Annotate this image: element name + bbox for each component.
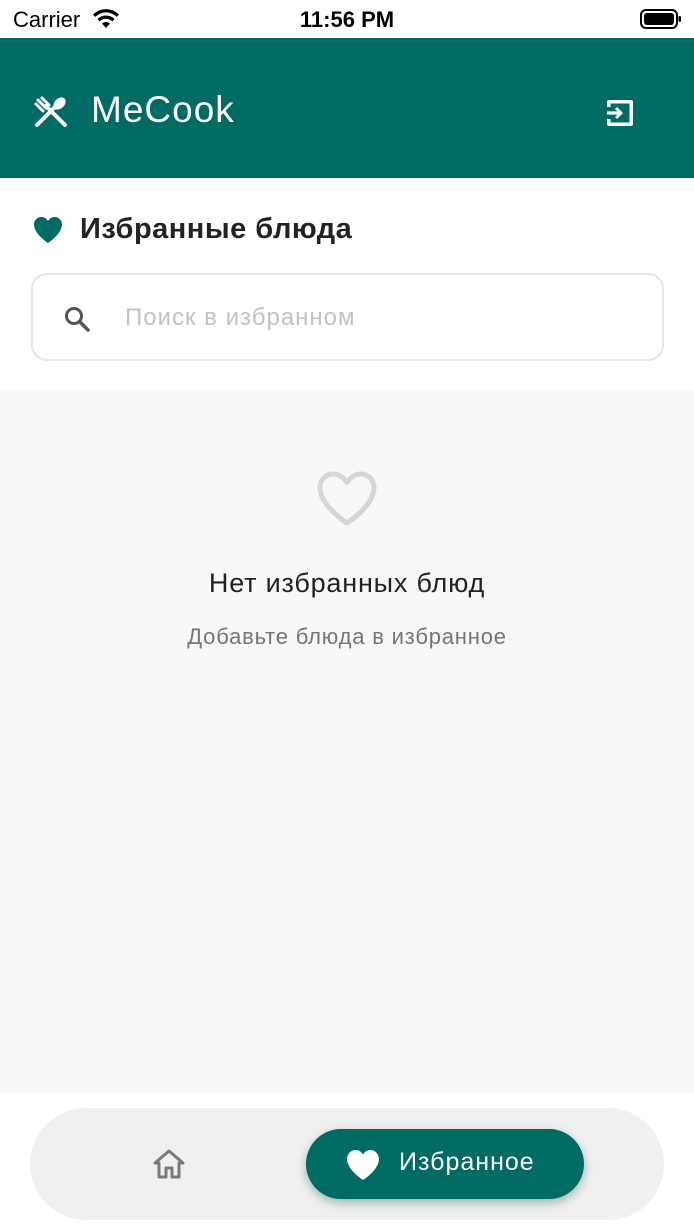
page-title: Избранные блюда: [80, 213, 353, 245]
heart-icon: [347, 1150, 379, 1180]
heart-icon: [34, 217, 62, 243]
heart-outline-icon: [317, 471, 377, 526]
app-bar: MeCook: [0, 38, 694, 178]
status-time: 11:56 PM: [299, 7, 395, 32]
search-box[interactable]: [31, 273, 664, 361]
favorites-content: Нет избранных блюд Добавьте блюда в избр…: [0, 390, 694, 1093]
empty-state-subtitle: Добавьте блюда в избранное: [187, 624, 507, 649]
nav-home-button[interactable]: [140, 1144, 196, 1184]
search-icon: [65, 307, 90, 332]
bottom-navigation: Избранное: [0, 1093, 694, 1232]
home-icon: [153, 1149, 185, 1179]
status-bar: Carrier 11:56 PM: [0, 0, 694, 38]
logout-icon[interactable]: [603, 96, 637, 130]
nav-bar: Избранное: [30, 1108, 664, 1220]
app-title: MeCook: [91, 89, 235, 130]
battery-icon: [640, 9, 681, 29]
nav-favorites-label: Избранное: [399, 1148, 535, 1176]
nav-favorites-button[interactable]: Избранное: [306, 1129, 584, 1199]
favorites-header: Избранные блюда: [0, 178, 694, 390]
fork-spoon-icon: [34, 96, 67, 127]
empty-state-title: Нет избранных блюд: [208, 568, 486, 598]
search-input[interactable]: [125, 295, 625, 341]
